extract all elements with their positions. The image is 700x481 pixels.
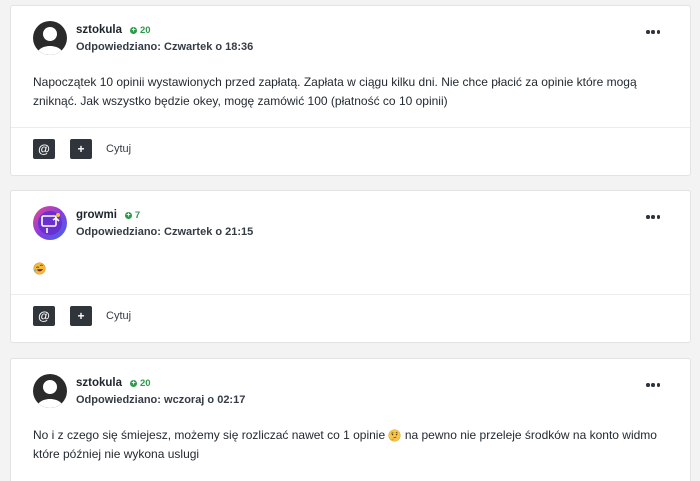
reputation-value: 20	[140, 24, 151, 36]
post-content: No i z czego się śmiejesz, możemy się ro…	[33, 426, 670, 464]
more-options-icon[interactable]	[646, 29, 660, 35]
divider	[11, 294, 690, 295]
more-options-icon[interactable]	[646, 214, 660, 220]
divider	[11, 127, 690, 128]
reputation-badge: + 7	[124, 209, 141, 221]
post-actions: @ + Cytuj	[33, 139, 131, 159]
multiquote-button[interactable]: +	[70, 306, 92, 326]
post-actions: @ + Cytuj	[33, 306, 131, 326]
meta-label: Odpowiedziano:	[76, 41, 161, 53]
avatar[interactable]	[33, 206, 67, 240]
post-meta: Odpowiedziano: Czwartek o 18:36	[76, 41, 253, 53]
meta-label: Odpowiedziano:	[76, 394, 161, 406]
post-header: sztokula + 20 Odpowiedziano: Czwartek o …	[11, 6, 690, 66]
mention-button[interactable]: @	[33, 306, 55, 326]
growmi-avatar-icon	[33, 206, 67, 240]
post-date[interactable]: Czwartek o 21:15	[164, 226, 253, 238]
post-date[interactable]: Czwartek o 18:36	[164, 41, 253, 53]
default-avatar-icon	[33, 374, 67, 408]
more-options-icon[interactable]	[646, 382, 660, 388]
multiquote-button[interactable]: +	[70, 139, 92, 159]
quote-button[interactable]: Cytuj	[106, 143, 131, 155]
author-name[interactable]: sztokula	[76, 24, 122, 36]
content-text-start: No i z czego się śmiejesz, możemy się ro…	[33, 428, 386, 442]
reputation-value: 7	[134, 209, 141, 221]
post-header: sztokula + 20 Odpowiedziano: wczoraj o 0…	[11, 359, 690, 419]
author-name[interactable]: sztokula	[76, 377, 122, 389]
post-2: growmi + 7 Odpowiedziano: Czwartek o 21:…	[10, 190, 691, 343]
author-line: sztokula + 20	[76, 377, 151, 389]
post-header: growmi + 7 Odpowiedziano: Czwartek o 21:…	[11, 191, 690, 251]
post-content	[33, 259, 670, 278]
default-avatar-icon	[33, 21, 67, 55]
plus-circle-icon: +	[124, 211, 132, 219]
post-meta: Odpowiedziano: Czwartek o 21:15	[76, 226, 253, 238]
plus-circle-icon: +	[130, 379, 138, 387]
post-date[interactable]: wczoraj o 02:17	[164, 394, 245, 406]
quote-button[interactable]: Cytuj	[106, 310, 131, 322]
reputation-badge: + 20	[130, 25, 151, 36]
post-3: sztokula + 20 Odpowiedziano: wczoraj o 0…	[10, 358, 691, 481]
reputation-badge: + 20	[130, 378, 151, 389]
avatar[interactable]	[33, 21, 67, 55]
rolling-laughing-emoji	[33, 262, 46, 275]
meta-label: Odpowiedziano:	[76, 226, 161, 238]
post-meta: Odpowiedziano: wczoraj o 02:17	[76, 394, 245, 406]
thinking-face-emoji	[388, 429, 402, 442]
post-1: sztokula + 20 Odpowiedziano: Czwartek o …	[10, 5, 691, 176]
reputation-value: 20	[140, 377, 151, 389]
author-name[interactable]: growmi	[76, 209, 117, 221]
plus-circle-icon: +	[130, 26, 138, 34]
mention-button[interactable]: @	[33, 139, 55, 159]
post-content: Napoczątek 10 opinii wystawionych przed …	[33, 75, 637, 108]
author-line: growmi + 7	[76, 209, 140, 221]
author-line: sztokula + 20	[76, 24, 151, 36]
avatar[interactable]	[33, 374, 67, 408]
